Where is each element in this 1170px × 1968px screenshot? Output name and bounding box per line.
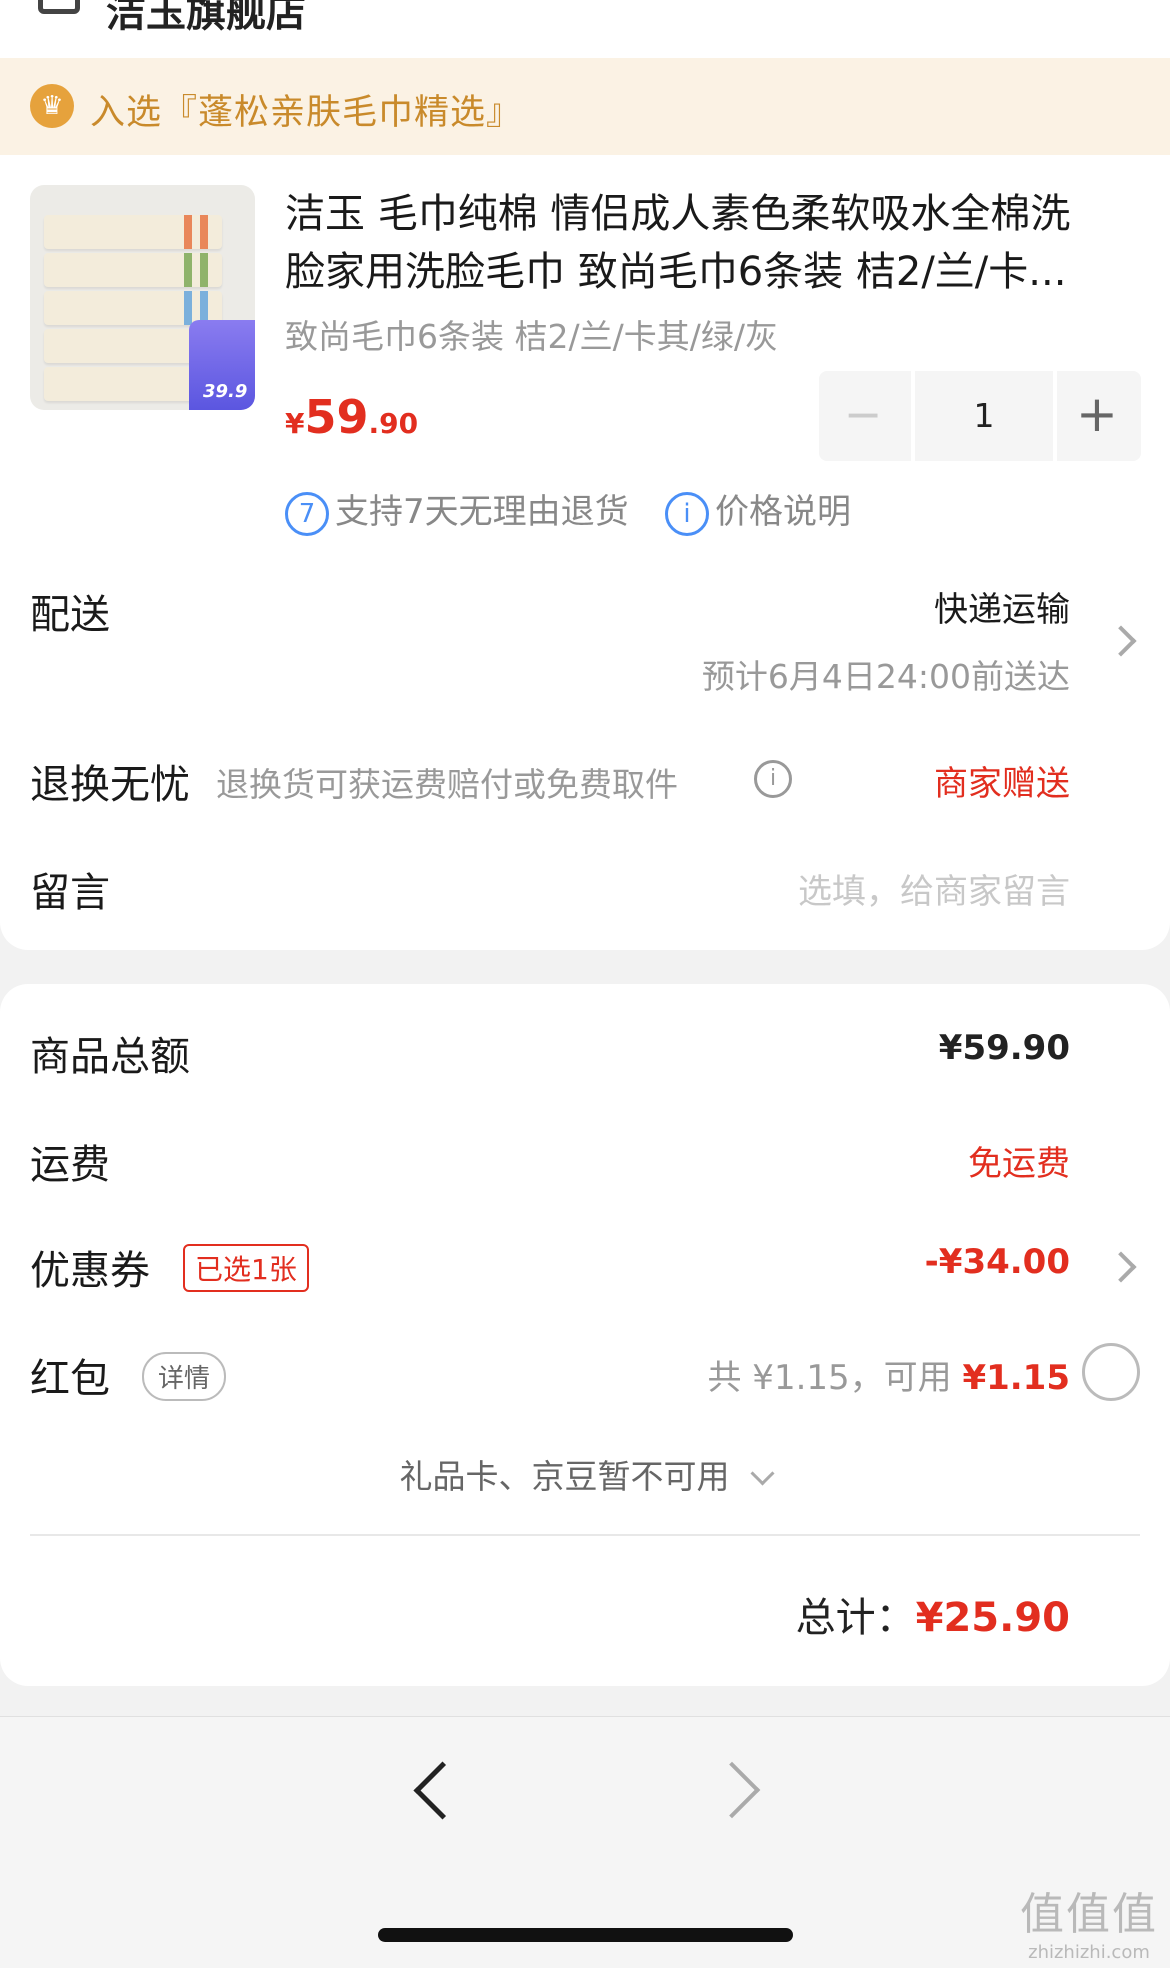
seven-day-return-icon: 7 xyxy=(285,491,329,536)
watermark: 值值值 zhizhizhi.com xyxy=(1020,1878,1158,1963)
image-price-tag: 39.9 xyxy=(189,320,255,410)
product-image[interactable]: 39.9 xyxy=(30,185,255,410)
chevron-right-icon[interactable] xyxy=(1105,625,1137,657)
shipping-value: 免运费 xyxy=(968,1144,1070,1184)
quantity-input[interactable]: 1 xyxy=(911,371,1057,461)
divider xyxy=(30,1534,1140,1536)
quantity-stepper: − 1 + xyxy=(819,371,1141,461)
banner-text: 入选『蓬松亲肤毛巾精选』 xyxy=(90,93,523,133)
coupon-value[interactable]: -¥34.00 xyxy=(925,1242,1070,1282)
redpack-total: 共 ¥1.15，可用 xyxy=(707,1358,963,1398)
redpack-label: 红包 xyxy=(30,1356,110,1402)
price-integer: 59 xyxy=(304,390,369,444)
towel-stripe-1 xyxy=(44,215,222,249)
returns-label: 退换无忧 xyxy=(30,762,190,808)
price-decimal: .90 xyxy=(368,407,419,440)
product-title-line-2: 脸家用洗脸毛巾 致尚毛巾6条装 桔2/兰/卡... xyxy=(285,249,1067,295)
coupon-label: 优惠券 xyxy=(30,1248,150,1294)
redpack-radio[interactable] xyxy=(1082,1343,1140,1401)
info-icon[interactable]: i xyxy=(754,760,792,798)
redpack-detail-button[interactable]: 详情 xyxy=(142,1352,227,1401)
chevron-down-icon xyxy=(749,1461,775,1486)
message-label: 留言 xyxy=(30,870,110,916)
promo-banner: ♛ 入选『蓬松亲肤毛巾精选』 xyxy=(0,58,1170,155)
store-icon xyxy=(38,0,80,14)
watermark-title: 值值值 xyxy=(1020,1889,1158,1940)
product-price: ¥59.90 xyxy=(285,390,418,444)
redpack-available: ¥1.15 xyxy=(962,1358,1070,1398)
image-tag-price: 39.9 xyxy=(203,381,248,402)
total-value: ¥25.90 xyxy=(915,1595,1070,1641)
decrease-button[interactable]: − xyxy=(819,371,907,461)
returns-description: 退换货可获运费赔付或免费取件 xyxy=(216,765,678,804)
product-title-line-1: 洁玉 毛巾纯棉 情侣成人素色柔软吸水全棉洗 xyxy=(285,191,1071,237)
home-indicator[interactable] xyxy=(378,1928,793,1942)
coupon-selected-badge: 已选1张 xyxy=(183,1244,309,1292)
price-currency: ¥ xyxy=(285,407,305,440)
order-card: 洁玉旗舰店 ♛ 入选『蓬松亲肤毛巾精选』 39.9 洁玉 毛巾纯棉 情侣成人素色… xyxy=(0,0,1170,950)
total-label: 总计： xyxy=(795,1595,916,1641)
order-total: 总计：¥25.90 xyxy=(796,1585,1070,1643)
price-summary-card xyxy=(0,984,1170,1686)
product-spec: 致尚毛巾6条装 桔2/兰/卡其/绿/灰 xyxy=(285,317,778,356)
trophy-icon: ♛ xyxy=(30,84,74,128)
delivery-label: 配送 xyxy=(30,592,110,638)
info-icon: i xyxy=(665,491,709,536)
gift-card-text: 礼品卡、京豆暂不可用 xyxy=(399,1457,730,1496)
redpack-info: 共 ¥1.15，可用 ¥1.15 xyxy=(708,1350,1071,1399)
return-policy-text: 支持7天无理由退货 xyxy=(335,492,629,532)
gift-card-toggle[interactable]: 礼品卡、京豆暂不可用 xyxy=(0,1450,1170,1498)
price-explanation[interactable]: i 价格说明 xyxy=(665,484,851,536)
towel-stripe-2 xyxy=(44,253,222,287)
store-name[interactable]: 洁玉旗舰店 xyxy=(106,0,306,38)
watermark-url: zhizhizhi.com xyxy=(1028,1942,1150,1963)
delivery-method[interactable]: 快递运输 xyxy=(934,582,1070,631)
goods-total-value: ¥59.90 xyxy=(938,1028,1070,1068)
increase-button[interactable]: + xyxy=(1053,371,1141,461)
price-explanation-text: 价格说明 xyxy=(715,492,851,532)
product-title[interactable]: 洁玉 毛巾纯棉 情侣成人素色柔软吸水全棉洗 脸家用洗脸毛巾 致尚毛巾6条装 桔2… xyxy=(285,185,1135,301)
goods-total-label: 商品总额 xyxy=(30,1034,190,1080)
return-policy[interactable]: 7 支持7天无理由退货 xyxy=(285,484,629,536)
message-input[interactable]: 选填，给商家留言 xyxy=(798,864,1070,913)
delivery-eta: 预计6月4日24:00前送达 xyxy=(701,657,1070,696)
shipping-label: 运费 xyxy=(30,1142,110,1188)
returns-value: 商家赠送 xyxy=(934,764,1070,804)
